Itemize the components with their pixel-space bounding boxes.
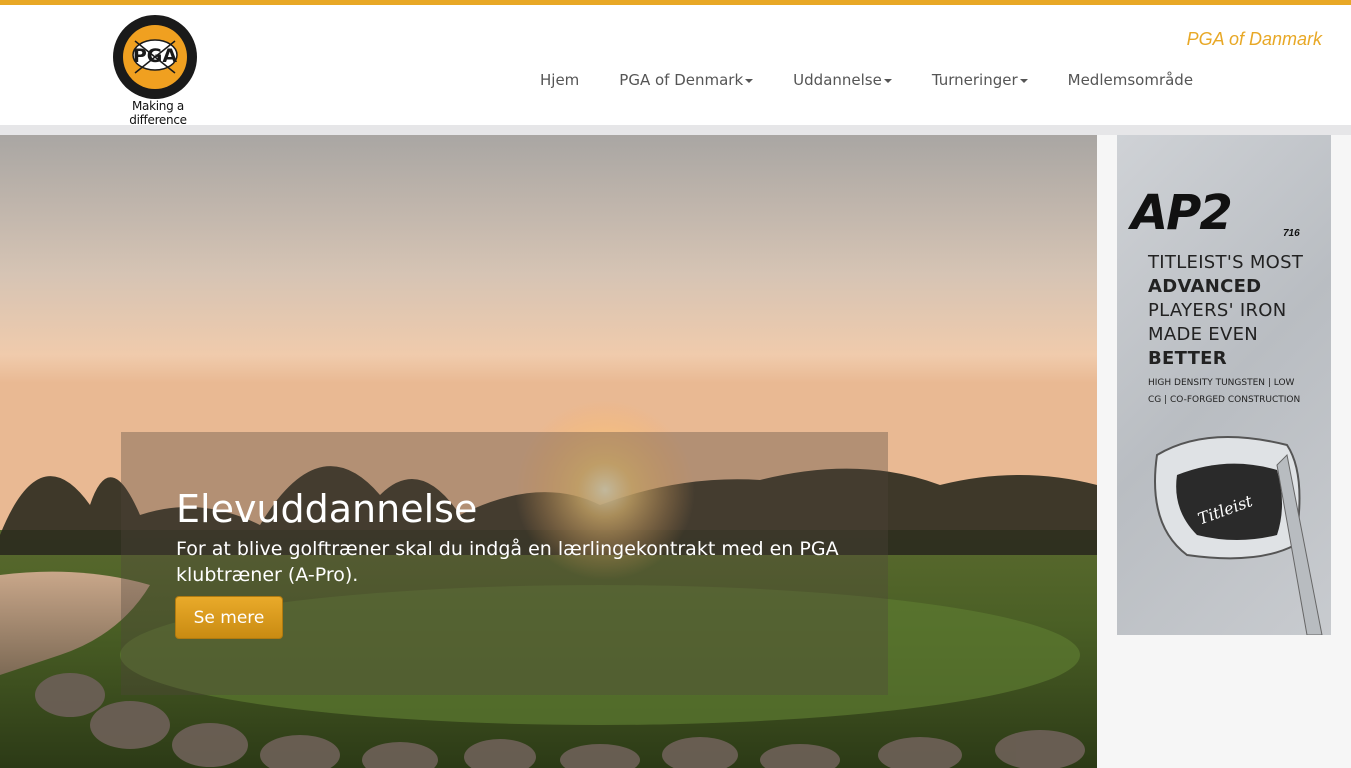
nav-item-uddannelse[interactable]: Uddannelse — [773, 71, 912, 89]
ad-line: BETTER — [1148, 348, 1227, 369]
ad-small-text: CG | CO-FORGED CONSTRUCTION — [1148, 395, 1301, 405]
ad-small-text: HIGH DENSITY TUNGSTEN | LOW — [1148, 378, 1295, 388]
header-divider — [0, 125, 1351, 135]
site-header: PGA Making a difference PGA of Danmark H… — [0, 5, 1351, 127]
site-tagline[interactable]: PGA of Danmark — [1187, 29, 1322, 50]
golf-iron-icon: Titleist — [1154, 436, 1323, 635]
ad-line: TITLEIST'S MOST — [1148, 252, 1304, 273]
logo-tagline: Making a difference — [129, 99, 187, 127]
hero-text: For at blive golftræner skal du indgå en… — [176, 538, 839, 586]
nav-item-label: PGA of Denmark — [619, 71, 744, 89]
nav-item-turneringer[interactable]: Turneringer — [912, 71, 1048, 89]
hero-slider[interactable]: Elevuddannelse For at blive golftræner s… — [0, 135, 1097, 768]
nav-item-pga-of-denmark[interactable]: PGA of Denmark — [599, 71, 773, 89]
ad-line: PLAYERS' IRON — [1148, 300, 1287, 321]
hero-title: Elevuddannelse — [176, 487, 478, 531]
nav-item-hjem[interactable]: Hjem — [520, 71, 599, 89]
pga-logo[interactable]: PGA Making a difference — [103, 15, 213, 127]
ad-brand: AP2 — [1131, 185, 1233, 241]
pga-logo-icon: PGA — [113, 15, 197, 99]
se-mere-button[interactable]: Se mere — [175, 596, 283, 639]
nav-item-medlemsomrade[interactable]: Medlemsområde — [1048, 71, 1213, 89]
sidebar: AP2 716 TITLEIST'S MOST ADVANCED PLAYERS… — [1097, 135, 1351, 768]
caret-down-icon — [1019, 78, 1028, 83]
ad-brand-sub: 716 — [1283, 228, 1300, 239]
main-nav: Hjem PGA of Denmark Uddannelse Turnering… — [520, 71, 1213, 89]
nav-item-label: Hjem — [540, 71, 580, 89]
nav-item-label: Medlemsområde — [1067, 71, 1194, 89]
nav-item-label: Uddannelse — [793, 71, 882, 89]
hero-caption: Elevuddannelse For at blive golftræner s… — [121, 432, 888, 695]
nav-item-label: Turneringer — [931, 71, 1018, 89]
titleist-ad-banner[interactable]: AP2 716 TITLEIST'S MOST ADVANCED PLAYERS… — [1117, 135, 1331, 635]
caret-down-icon — [745, 78, 754, 83]
ad-line: MADE EVEN — [1148, 324, 1259, 345]
ad-line: ADVANCED — [1148, 276, 1262, 297]
caret-down-icon — [883, 78, 892, 83]
